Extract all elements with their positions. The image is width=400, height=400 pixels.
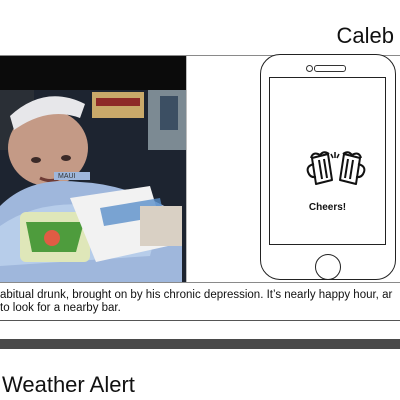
phone-screen: Cheers! [269, 77, 386, 245]
cheers-label: Cheers! [308, 202, 347, 213]
story-line-2: to look for a nearby bar. [0, 302, 121, 314]
panel-divider [186, 56, 187, 282]
home-button[interactable] [315, 254, 341, 280]
story-line-1: abitual drunk, brought on by his chronic… [0, 289, 393, 301]
panel-bottom-border [0, 282, 400, 283]
shirt-text: MAUI [58, 173, 76, 180]
video-still: MAUI [0, 56, 186, 282]
section-title: Weather Alert [2, 372, 135, 397]
phone-mockup: Cheers! [260, 54, 396, 280]
speaker-grille [314, 65, 346, 72]
section-separator [0, 339, 400, 349]
video-frame: MAUI [0, 56, 186, 282]
beer-mugs-icon [306, 151, 366, 185]
persona-name: Caleb [336, 23, 394, 48]
story-text: abitual drunk, brought on by his chronic… [0, 289, 400, 315]
camera-icon [306, 65, 313, 72]
caption-divider [0, 320, 400, 321]
